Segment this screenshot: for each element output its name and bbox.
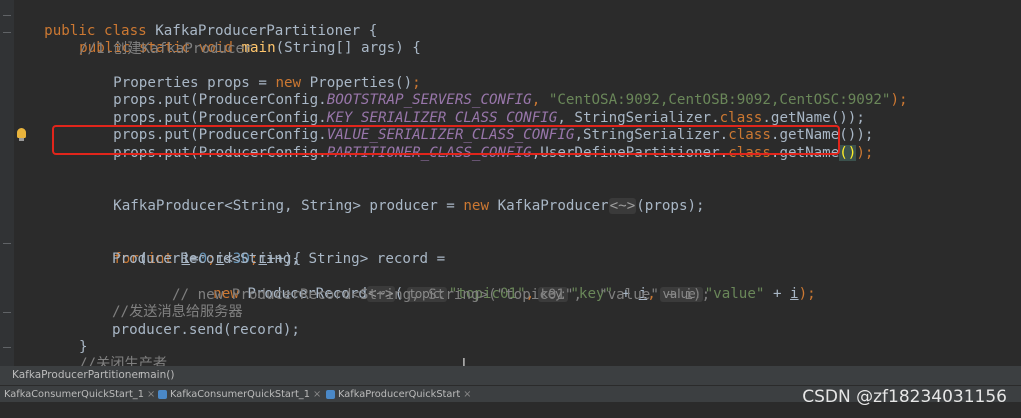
code-line: producer.send(record); <box>112 322 300 338</box>
code-line: public class KafkaProducerPartitioner { <box>44 23 378 39</box>
close-icon[interactable]: × <box>463 389 471 400</box>
code-line: } <box>79 339 88 355</box>
java-class-icon <box>158 389 167 399</box>
folded-generic: <~> <box>608 198 637 214</box>
code-editor[interactable]: public class KafkaProducerPartitioner { … <box>0 0 1021 366</box>
code-line: for(int i=0;i<30;i++){ <box>113 251 302 267</box>
code-line: new ProducerRecord<~>(topic: "topic01", ke… <box>213 286 816 302</box>
code-line: Properties props = new Properties(); <box>113 75 421 91</box>
code-comment: //1.创建KafkaProducer <box>79 41 253 57</box>
tab-consumer-quickstart-1[interactable]: KafkaConsumerQuickStart_1 × <box>4 386 155 403</box>
lightbulb-icon[interactable] <box>17 128 26 141</box>
breadcrumb: KafkaProducerPartitioner › main() <box>0 366 1021 385</box>
tab-label: KafkaConsumerQuickStart_1 <box>170 389 310 400</box>
close-icon[interactable]: × <box>147 389 155 400</box>
code-line: props.put(ProducerConfig.BOOTSTRAP_SERVE… <box>113 92 908 108</box>
code-comment: // new ProducerRecord<String, String>("t… <box>172 287 711 303</box>
close-icon[interactable]: × <box>313 389 321 400</box>
tab-producer-quickstart[interactable]: KafkaProducerQuickStart × <box>326 386 471 403</box>
java-class-icon <box>326 389 335 399</box>
breadcrumb-class[interactable]: KafkaProducerPartitioner <box>12 366 142 385</box>
code-comment: //关闭生产者 <box>79 356 168 366</box>
tab-label: KafkaProducerQuickStart <box>338 389 461 400</box>
code-line: props.put(ProducerConfig.KEY_SERIALIZER_… <box>113 110 865 126</box>
chevron-right-icon: › <box>128 369 133 381</box>
breadcrumb-method[interactable]: main() <box>140 366 174 385</box>
code-line: ProducerRecord<String, String> record = <box>112 251 446 267</box>
tab-label: KafkaConsumerQuickStart_1 <box>4 389 144 400</box>
text-cursor-icon: I <box>462 357 466 366</box>
code-line: KafkaProducer<String, String> producer =… <box>113 198 705 214</box>
watermark: CSDN @zf18234031156 <box>802 387 1007 407</box>
highlight-box <box>52 125 840 155</box>
code-line: public static void main(String[] args) { <box>79 40 421 56</box>
code-comment: //发送消息给服务器 <box>112 304 243 320</box>
tab-consumer-quickstart-1-b[interactable]: KafkaConsumerQuickStart_1 × <box>158 386 321 403</box>
